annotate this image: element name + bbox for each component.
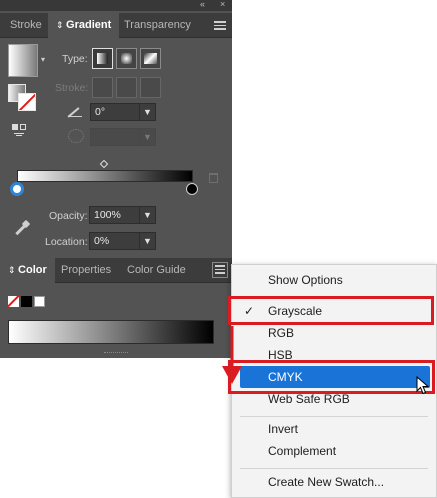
gradient-slider-bar[interactable] xyxy=(17,170,193,182)
color-panel: ⇕ Color Properties Color Guide xyxy=(0,258,232,358)
grayscale-spectrum-ramp[interactable] xyxy=(8,320,214,344)
panel-resize-grip[interactable] xyxy=(104,352,128,355)
opacity-dropdown-chevron-icon[interactable]: ▼ xyxy=(139,206,156,224)
tab-stroke[interactable]: Stroke xyxy=(2,13,50,38)
reverse-gradient-icon[interactable] xyxy=(12,124,28,138)
tab-color-guide[interactable]: Color Guide xyxy=(119,258,194,283)
location-dropdown-chevron-icon[interactable]: ▼ xyxy=(139,232,156,250)
close-panel-button[interactable]: × xyxy=(220,0,225,9)
location-input[interactable]: 0% xyxy=(89,232,140,250)
gradient-panel-tabbar: Stroke ⇕ Gradient Transparency xyxy=(0,13,232,38)
location-label: Location: xyxy=(45,236,88,248)
angle-dropdown-chevron-icon[interactable]: ▼ xyxy=(139,103,156,121)
freeform-gradient-icon xyxy=(144,53,157,64)
stroke-none-swatch[interactable] xyxy=(18,93,36,111)
aspect-dropdown-chevron-icon[interactable]: ▼ xyxy=(139,128,156,146)
linear-gradient-icon xyxy=(97,53,108,64)
gradient-panel: « × Stroke ⇕ Gradient Transparency ▾ Typ… xyxy=(0,0,232,258)
none-color-swatch[interactable] xyxy=(8,296,19,307)
mouse-pointer-icon xyxy=(416,376,430,395)
angle-icon xyxy=(67,105,82,117)
tab-properties[interactable]: Properties xyxy=(53,258,119,283)
delete-stop-trash-icon[interactable] xyxy=(209,173,218,183)
eyedropper-icon[interactable] xyxy=(12,219,31,236)
menu-item-invert[interactable]: Invert xyxy=(232,418,436,440)
grayscale-highlight-box xyxy=(228,296,434,325)
panel-title-strip: « × xyxy=(0,0,232,11)
gradient-panel-menu-icon[interactable] xyxy=(214,19,226,31)
angle-input[interactable]: 0° xyxy=(90,103,140,121)
tab-gradient[interactable]: ⇕ Gradient xyxy=(48,13,120,38)
linear-gradient-button[interactable] xyxy=(92,48,113,69)
stroke-along-button[interactable] xyxy=(116,77,137,98)
freeform-gradient-button[interactable] xyxy=(140,48,161,69)
menu-item-show-options[interactable]: Show Options xyxy=(232,269,436,291)
tab-arrows-icon: ⇕ xyxy=(8,265,19,275)
aspect-ratio-icon xyxy=(68,129,84,143)
tab-transparency[interactable]: Transparency xyxy=(116,13,199,38)
black-color-stop[interactable] xyxy=(186,183,198,195)
chevron-down-icon[interactable]: ▾ xyxy=(41,55,45,64)
aspect-ratio-input[interactable] xyxy=(90,128,140,146)
collapse-panel-button[interactable]: « xyxy=(200,0,205,9)
menu-item-complement[interactable]: Complement xyxy=(232,440,436,462)
menu-item-rgb[interactable]: RGB xyxy=(232,322,436,344)
radial-gradient-icon xyxy=(121,53,132,64)
stroke-label: Stroke: xyxy=(55,82,89,94)
white-color-stop[interactable] xyxy=(10,182,24,196)
cmyk-highlight-box xyxy=(228,360,435,394)
opacity-input[interactable]: 100% xyxy=(89,206,140,224)
stroke-across-button[interactable] xyxy=(140,77,161,98)
menu-separator xyxy=(240,416,428,417)
stroke-within-button[interactable] xyxy=(92,77,113,98)
type-label: Type: xyxy=(62,53,88,65)
color-panel-tabbar: ⇕ Color Properties Color Guide xyxy=(0,258,232,283)
radial-gradient-button[interactable] xyxy=(116,48,137,69)
color-panel-menu-icon[interactable] xyxy=(212,262,228,278)
menu-separator xyxy=(240,468,428,469)
tab-arrows-icon: ⇕ xyxy=(56,20,67,30)
opacity-label: Opacity: xyxy=(49,210,88,222)
white-swatch[interactable] xyxy=(34,296,45,307)
black-swatch[interactable] xyxy=(21,296,32,307)
menu-item-create-new-swatch[interactable]: Create New Swatch... xyxy=(232,471,436,493)
midpoint-diamond-icon[interactable] xyxy=(99,159,109,169)
tab-color[interactable]: ⇕ Color xyxy=(0,258,55,283)
gradient-preview-swatch[interactable] xyxy=(8,44,38,77)
